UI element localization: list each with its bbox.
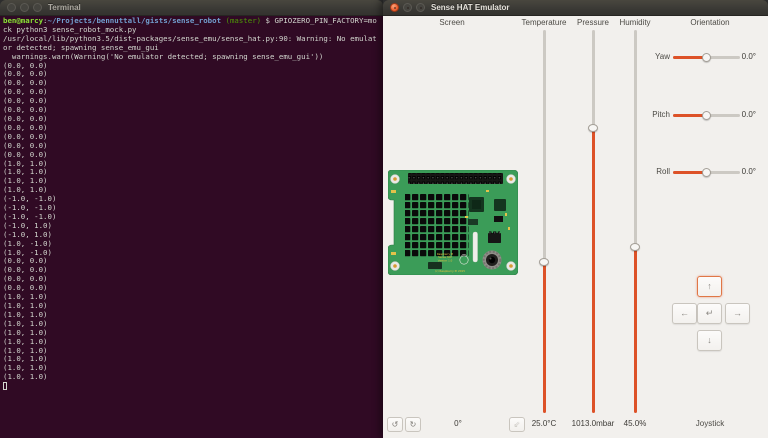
emulator-titlebar[interactable]: Sense HAT Emulator — [383, 0, 768, 16]
emulator-body: Screen Temperature Pressure Humidity Ori… — [383, 16, 768, 438]
joystick-enter-button[interactable]: ↵ — [697, 303, 722, 324]
pressure-slider-handle[interactable] — [588, 124, 598, 132]
rotate-right-icon[interactable]: ↻ — [405, 417, 421, 432]
yaw-label: Yaw — [655, 52, 670, 61]
terminal-output[interactable]: ben@marcy:~/Projects/bennuttall/gists/se… — [0, 16, 383, 438]
led-matrix — [405, 194, 469, 258]
screen-rotation-value: 0° — [454, 419, 462, 428]
minimize-icon[interactable] — [403, 3, 412, 12]
humidity-value: 45.0% — [623, 419, 647, 428]
joystick-left-button[interactable]: ← — [672, 303, 697, 324]
joystick-right-button[interactable]: → — [725, 303, 750, 324]
temperature-slider[interactable] — [539, 30, 549, 413]
terminal-title: Terminal — [48, 3, 81, 12]
pressure-track-upper[interactable] — [591, 30, 595, 128]
pressure-section-label: Pressure — [576, 18, 610, 27]
roll-slider-handle[interactable] — [702, 167, 711, 177]
emulator-title: Sense HAT Emulator — [431, 3, 510, 12]
minimize-icon[interactable] — [20, 3, 29, 12]
pressure-track-lower[interactable] — [591, 128, 595, 413]
pitch-label: Pitch — [652, 110, 670, 119]
joystick-label: Joystick — [695, 419, 725, 428]
desktop: Terminal ben@marcy:~/Projects/bennuttall… — [0, 0, 768, 438]
humidity-track-upper[interactable] — [633, 30, 637, 247]
close-icon[interactable] — [390, 3, 399, 12]
screen-resize-icon[interactable]: ⇙ — [509, 417, 525, 432]
board-text-line3: Version 1.0 — [438, 258, 453, 262]
orientation-section-label: Orientation — [690, 18, 730, 27]
temperature-track-lower[interactable] — [542, 262, 546, 413]
screen-section-label: Screen — [439, 18, 465, 27]
humidity-section-label: Humidity — [619, 18, 651, 27]
terminal-window: Terminal ben@marcy:~/Projects/bennuttall… — [0, 0, 383, 438]
temperature-value: 25.0°C — [531, 419, 557, 428]
joystick-down-button[interactable]: ↓ — [697, 330, 722, 351]
maximize-icon[interactable] — [33, 3, 42, 12]
roll-label: Roll — [656, 167, 670, 176]
pressure-value: 1013.0mbar — [571, 419, 615, 428]
rotate-left-icon[interactable]: ↺ — [387, 417, 403, 432]
terminal-titlebar[interactable]: Terminal — [0, 0, 383, 16]
temperature-track-upper[interactable] — [542, 30, 546, 262]
joystick-up-button[interactable]: ↑ — [697, 276, 722, 297]
pitch-value: 0.0° — [741, 110, 756, 119]
roll-value: 0.0° — [741, 167, 756, 176]
yaw-value: 0.0° — [741, 52, 756, 61]
sense-hat-board: Raspberry Pi Sense HAT Version 1.0 (c) R… — [388, 170, 518, 275]
temperature-slider-handle[interactable] — [539, 258, 549, 266]
humidity-slider-handle[interactable] — [630, 243, 640, 251]
board-joystick — [482, 250, 502, 270]
pitch-slider-handle[interactable] — [702, 110, 711, 120]
display-slot — [472, 231, 478, 263]
humidity-track-lower[interactable] — [633, 247, 637, 413]
maximize-icon[interactable] — [416, 3, 425, 12]
temperature-section-label: Temperature — [521, 18, 567, 27]
humidity-slider[interactable] — [630, 30, 640, 413]
pressure-slider[interactable] — [588, 30, 598, 413]
board-text-copyright: (c) Raspberry Pi 2015 — [435, 269, 465, 273]
close-icon[interactable] — [7, 3, 16, 12]
terminal-cursor — [3, 382, 8, 390]
sense-hat-emulator-window: Sense HAT Emulator Screen Temperature Pr… — [383, 0, 768, 438]
yaw-slider-handle[interactable] — [702, 52, 711, 62]
